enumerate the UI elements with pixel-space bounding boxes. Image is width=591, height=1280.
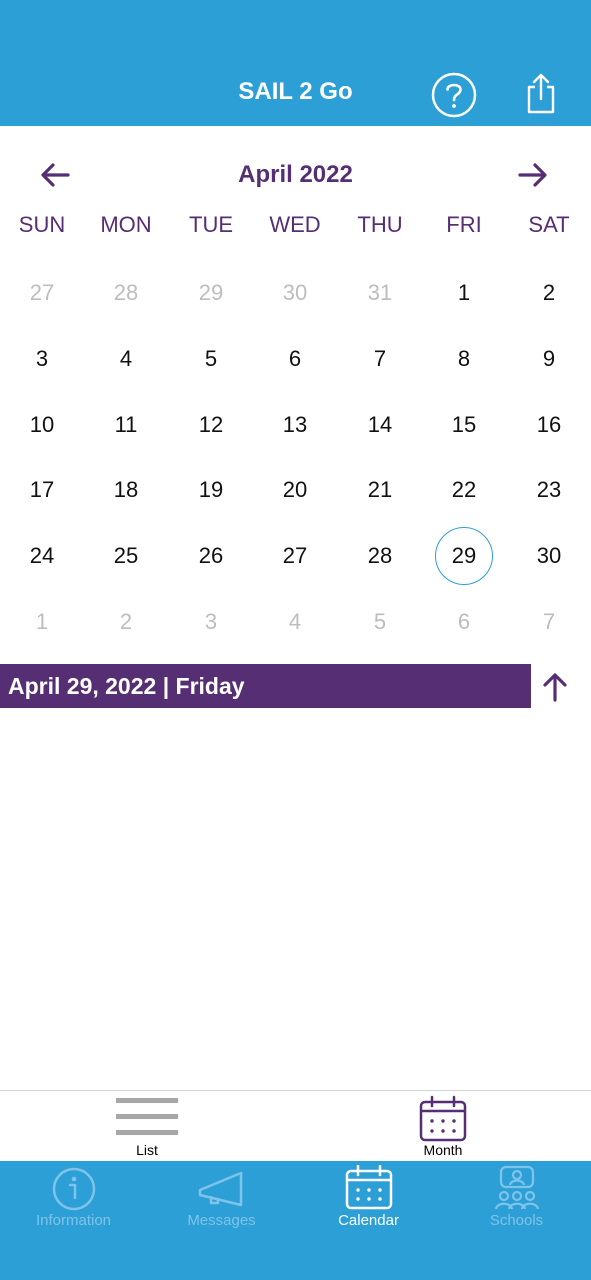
tab-schools[interactable]: Schools (443, 1161, 590, 1241)
tab-calendar[interactable]: Calendar (295, 1161, 442, 1241)
weekday-label: SUN (18, 212, 66, 237)
calendar-day[interactable]: 2 (519, 263, 579, 323)
calendar-day[interactable]: 6 (434, 592, 494, 652)
calendar-grid: 27 28 29 30 31 1 2 3 4 5 6 7 8 9 10 11 1… (0, 260, 591, 654)
weekday-label: WED (269, 212, 321, 237)
weekday-label: TUE (189, 212, 233, 237)
group-icon (494, 1165, 539, 1210)
selected-date-bar: April 29, 2022 | Friday (0, 664, 531, 708)
calendar-day[interactable]: 27 (12, 263, 72, 323)
calendar-day[interactable]: 12 (181, 395, 241, 455)
tab-messages[interactable]: Messages (148, 1161, 295, 1241)
month-view-label: Month (423, 1142, 463, 1158)
calendar-day[interactable]: 13 (265, 395, 325, 455)
view-toggle-bar: List Month (0, 1090, 591, 1163)
info-circle-icon (52, 1167, 95, 1211)
calendar-day[interactable]: 27 (265, 526, 325, 586)
calendar-day[interactable]: 3 (181, 592, 241, 652)
calendar-day[interactable]: 17 (12, 460, 72, 520)
weekday-label: MON (100, 212, 152, 237)
list-icon (116, 1098, 178, 1135)
list-view-label: List (136, 1142, 158, 1158)
calendar-icon (345, 1165, 392, 1210)
calendar-day[interactable]: 22 (434, 460, 494, 520)
calendar-day[interactable]: 30 (265, 263, 325, 323)
tab-calendar-label: Calendar (338, 1212, 399, 1229)
calendar-day[interactable]: 20 (265, 460, 325, 520)
calendar-day[interactable]: 3 (12, 329, 72, 389)
calendar-day[interactable]: 6 (265, 329, 325, 389)
question-circle-icon (431, 72, 477, 118)
calendar-icon (419, 1095, 467, 1142)
month-view-button[interactable]: Month (403, 1091, 483, 1163)
calendar-day[interactable]: 10 (12, 395, 72, 455)
next-month-button[interactable] (516, 160, 550, 190)
collapse-calendar-button[interactable] (538, 670, 572, 704)
calendar-day[interactable]: 5 (181, 329, 241, 389)
arrow-right-icon (518, 163, 547, 187)
calendar-day[interactable]: 7 (519, 592, 579, 652)
calendar-day[interactable]: 16 (519, 395, 579, 455)
tab-messages-label: Messages (187, 1212, 256, 1229)
selected-date-label: April 29, 2022 | Friday (8, 673, 245, 699)
tab-schools-label: Schools (489, 1212, 544, 1229)
calendar-day-selected[interactable]: 29 (435, 527, 493, 585)
calendar-day[interactable]: 24 (12, 526, 72, 586)
share-icon (527, 73, 555, 114)
calendar-day[interactable]: 4 (96, 329, 156, 389)
help-button[interactable] (431, 72, 477, 118)
calendar-day[interactable]: 18 (96, 460, 156, 520)
calendar-day[interactable]: 14 (350, 395, 410, 455)
tab-information[interactable]: Information (0, 1161, 147, 1241)
arrow-up-icon (543, 673, 567, 702)
share-button[interactable] (522, 72, 560, 114)
calendar-day[interactable]: 1 (12, 592, 72, 652)
weekday-label: SAT (528, 212, 570, 237)
calendar-day[interactable]: 4 (265, 592, 325, 652)
calendar-day[interactable]: 7 (350, 329, 410, 389)
app-title: SAIL 2 Go (238, 78, 353, 105)
megaphone-icon (198, 1171, 242, 1207)
calendar-day[interactable]: 23 (519, 460, 579, 520)
calendar-day[interactable]: 8 (434, 329, 494, 389)
weekday-label: FRI (446, 212, 482, 237)
calendar-day[interactable]: 11 (96, 395, 156, 455)
tab-information-label: Information (35, 1212, 112, 1229)
month-navigation: April 2022 (0, 150, 591, 200)
bottom-tab-bar: Information Messages Calendar Schools (0, 1161, 591, 1280)
calendar-day[interactable]: 19 (181, 460, 241, 520)
calendar-day[interactable]: 28 (350, 526, 410, 586)
calendar-day[interactable]: 26 (181, 526, 241, 586)
weekday-header: SUN MON TUE WED THU FRI SAT (0, 212, 591, 246)
calendar-day[interactable]: 5 (350, 592, 410, 652)
weekday-label: THU (357, 212, 403, 237)
calendar-day[interactable]: 29 (181, 263, 241, 323)
calendar-day[interactable]: 21 (350, 460, 410, 520)
calendar-day[interactable]: 9 (519, 329, 579, 389)
month-title: April 2022 (238, 161, 353, 188)
calendar-day[interactable]: 15 (434, 395, 494, 455)
list-view-button[interactable]: List (107, 1091, 187, 1163)
calendar-day[interactable]: 31 (350, 263, 410, 323)
calendar-day[interactable]: 30 (519, 526, 579, 586)
app-header: SAIL 2 Go (0, 0, 591, 126)
calendar-day[interactable]: 2 (96, 592, 156, 652)
calendar-day[interactable]: 25 (96, 526, 156, 586)
calendar-day[interactable]: 1 (434, 263, 494, 323)
calendar-day[interactable]: 28 (96, 263, 156, 323)
